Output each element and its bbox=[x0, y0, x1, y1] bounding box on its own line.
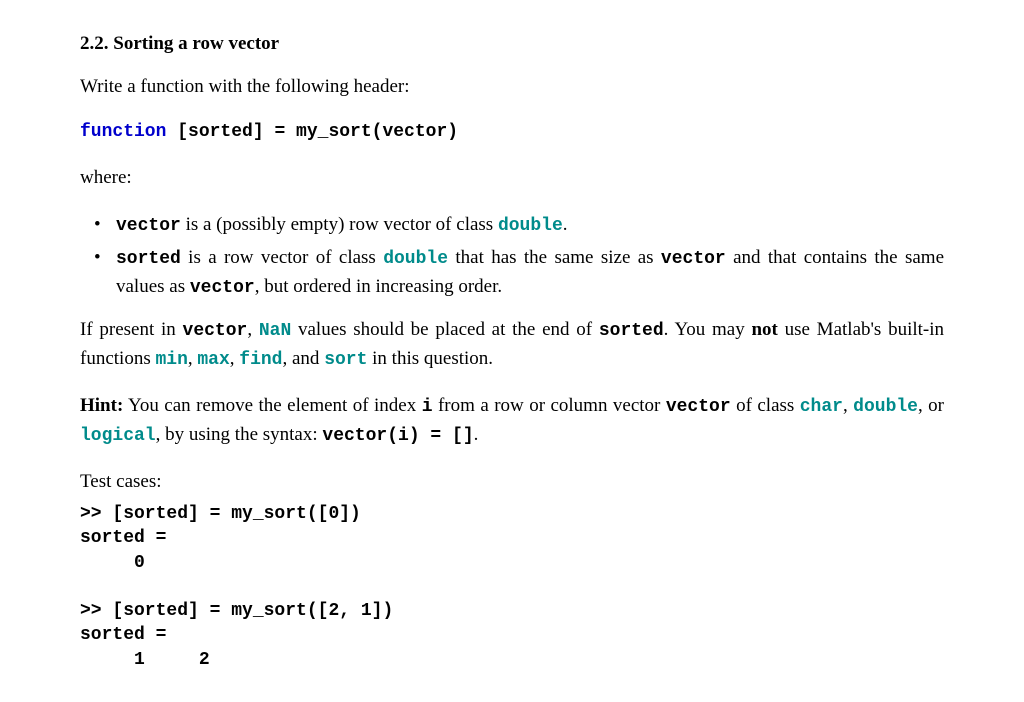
hint-label: Hint: bbox=[80, 395, 123, 416]
text: values should be placed at the end of bbox=[291, 319, 599, 340]
code-min: min bbox=[155, 350, 187, 370]
where-label: where: bbox=[80, 164, 944, 193]
code-sorted: sorted bbox=[599, 321, 664, 341]
text: , bbox=[188, 348, 198, 369]
text: , by using the syntax: bbox=[156, 424, 323, 445]
code-max: max bbox=[197, 350, 229, 370]
code-i: i bbox=[422, 397, 433, 417]
testcases-label: Test cases: bbox=[80, 468, 944, 497]
section-heading: 2.2. Sorting a row vector bbox=[80, 30, 944, 59]
text: that has the same size as bbox=[448, 247, 661, 268]
text: from a row or column vector bbox=[433, 395, 666, 416]
text: . You may bbox=[664, 319, 752, 340]
code-find: find bbox=[239, 350, 282, 370]
code-sort: sort bbox=[324, 350, 367, 370]
function-signature: function [sorted] = my_sort(vector) bbox=[80, 119, 944, 146]
text: . bbox=[474, 424, 479, 445]
text: , bbox=[843, 395, 853, 416]
bullet-list: vector is a (possibly empty) row vector … bbox=[80, 211, 944, 302]
code-vector: vector bbox=[666, 397, 731, 417]
code-vector: vector bbox=[183, 321, 248, 341]
text: , bbox=[247, 319, 259, 340]
text: , or bbox=[918, 395, 944, 416]
section-title: Sorting a row vector bbox=[113, 33, 279, 54]
code-double: double bbox=[383, 249, 448, 269]
code-logical: logical bbox=[80, 426, 156, 446]
bullet-item-2: sorted is a row vector of class double t… bbox=[102, 244, 944, 302]
code-double: double bbox=[498, 216, 563, 236]
testcases-block: >> [sorted] = my_sort([0]) sorted = 0 >>… bbox=[80, 502, 944, 672]
text: . bbox=[563, 214, 568, 235]
text: in this question. bbox=[367, 348, 493, 369]
code-char: char bbox=[800, 397, 843, 417]
keyword-function: function bbox=[80, 122, 166, 142]
intro-text: Write a function with the following head… bbox=[80, 76, 410, 97]
code-vector: vector bbox=[190, 278, 255, 298]
hint-paragraph: Hint: You can remove the element of inde… bbox=[80, 392, 944, 450]
testcases-label-text: Test cases: bbox=[80, 471, 162, 492]
code-double: double bbox=[853, 397, 918, 417]
text: If present in bbox=[80, 319, 183, 340]
text: , but ordered in increasing order. bbox=[255, 276, 502, 297]
nan-paragraph: If present in vector, NaN values should … bbox=[80, 316, 944, 374]
text: is a (possibly empty) row vector of clas… bbox=[181, 214, 498, 235]
code-remove-syntax: vector(i) = [] bbox=[322, 426, 473, 446]
code-vector: vector bbox=[661, 249, 726, 269]
text: You can remove the element of index bbox=[123, 395, 421, 416]
text: , and bbox=[283, 348, 325, 369]
bullet-item-1: vector is a (possibly empty) row vector … bbox=[102, 211, 944, 240]
signature-rest: [sorted] = my_sort(vector) bbox=[166, 122, 458, 142]
code-nan: NaN bbox=[259, 321, 291, 341]
section-number: 2.2. bbox=[80, 33, 109, 54]
emphasis-not: not bbox=[751, 319, 777, 340]
code-sorted: sorted bbox=[116, 249, 181, 269]
text: is a row vector of class bbox=[181, 247, 383, 268]
text: , bbox=[230, 348, 240, 369]
text: of class bbox=[731, 395, 800, 416]
code-vector: vector bbox=[116, 216, 181, 236]
intro-paragraph: Write a function with the following head… bbox=[80, 73, 944, 102]
where-text: where: bbox=[80, 167, 132, 188]
